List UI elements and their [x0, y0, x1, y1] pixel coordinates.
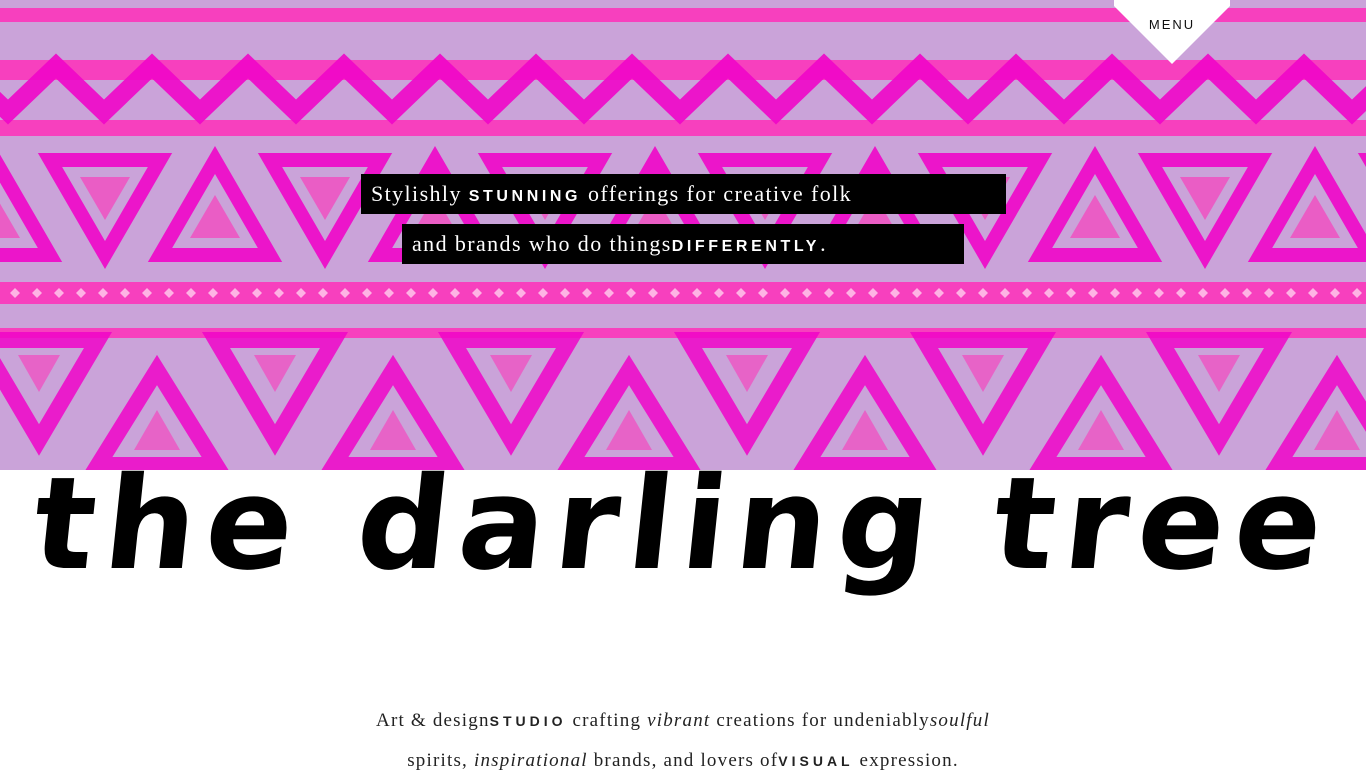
intro-italic: soulful: [929, 710, 990, 731]
intro-text: creations for undeniably: [710, 710, 930, 731]
intro-line-1: Art & designSTUDIO crafting vibrant crea…: [0, 710, 1366, 732]
intro-text: Art & design: [376, 710, 490, 731]
menu-label: MENU: [1148, 17, 1196, 32]
tagline-emphasis: STUNNING: [468, 188, 582, 205]
tagline-text: and brands who do things: [412, 231, 672, 256]
tagline-emphasis: DIFFERENTLY: [671, 238, 821, 255]
intro-line-2: spirits, inspirational brands, and lover…: [0, 750, 1366, 772]
hero-tagline-line-2: and brands who do thingsDIFFERENTLY.: [402, 224, 964, 264]
menu-tab-shape: [1114, 0, 1230, 64]
tagline-text: .: [820, 231, 827, 256]
tagline-text: Stylishly: [371, 181, 469, 206]
intro-text: crafting: [566, 710, 648, 731]
intro-emphasis: VISUAL: [778, 753, 854, 769]
tagline-text: offerings for creative folk: [581, 181, 853, 206]
intro-italic: vibrant: [647, 710, 711, 731]
menu-button[interactable]: MENU: [1114, 0, 1230, 64]
hero-tagline-line-1: Stylishly STUNNING offerings for creativ…: [361, 174, 1006, 214]
intro-emphasis: STUDIO: [489, 713, 567, 729]
site-logo[interactable]: the darling tree: [0, 430, 1366, 620]
